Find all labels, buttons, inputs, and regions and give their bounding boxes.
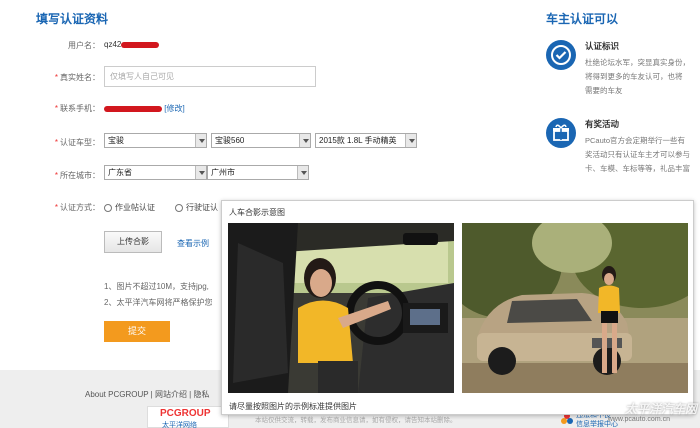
username-label: 用户名：	[68, 41, 100, 50]
realname-input[interactable]: 仅填写人自己可见	[104, 66, 316, 87]
feature-title-certified: 认证标识	[585, 41, 620, 51]
method-radio-post[interactable]: 作业帖认证	[104, 202, 155, 213]
chevron-down-icon	[195, 134, 206, 147]
phone-edit-link[interactable]: [修改]	[164, 104, 184, 113]
username-text: qz42	[104, 40, 122, 49]
pcgroup-logo-sub: 太平洋网络	[162, 422, 197, 428]
phone-label: * 联系手机：	[54, 104, 100, 113]
feature-text-line: 将得到更多的车友认可，也将	[585, 72, 683, 81]
popup-title: 人车合影示意图	[229, 208, 285, 217]
car-series-select[interactable]: 宝骏560	[211, 133, 311, 148]
feature-text-line: 奖活动只有认证车主才可以参与	[585, 150, 690, 159]
pcgroup-logo-text: PCGROUP	[160, 408, 211, 419]
feature-text-line: PCauto官方会定期举行一些有	[585, 136, 686, 145]
watermark-text: 太平洋汽车网	[624, 402, 697, 416]
method-label-text: 认证方式：	[60, 203, 100, 212]
city-value: 广州市	[211, 168, 235, 177]
feature-title-activity: 有奖活动	[585, 119, 620, 129]
city-label: * 所在城市：	[54, 171, 100, 180]
form-title: 填写认证资料	[36, 12, 109, 26]
city-select[interactable]: 广州市	[207, 165, 309, 180]
example-photo-beside-car	[462, 223, 688, 393]
example-photo-popup: 人车合影示意图 请尽量按照图片的示例标准提供图片	[221, 200, 694, 415]
phone-label-text: 联系手机：	[60, 104, 100, 113]
feature-text-line: 杜绝论坛水军，突显真实身份，	[585, 58, 690, 67]
radio-circle	[175, 203, 183, 212]
gift-icon	[546, 118, 576, 148]
chevron-down-icon	[195, 166, 206, 179]
popup-caption: 请尽量按照图片的示例标准提供图片	[229, 402, 357, 411]
method-radio-license[interactable]: 行驶证认	[175, 202, 218, 213]
method-radio-post-label: 作业帖认证	[115, 203, 155, 212]
car-model-label: * 认证车型：	[54, 138, 100, 147]
certified-badge-icon	[546, 40, 576, 70]
method-radio-license-label: 行驶证认	[186, 203, 218, 212]
footer-links[interactable]: About PCGROUP | 网站介绍 | 隐私	[85, 389, 209, 400]
car-series-value: 宝骏560	[215, 136, 245, 145]
example-photo-inside-car	[228, 223, 454, 393]
feature-text-certified: 杜绝论坛水军，突显真实身份， 将得到更多的车友认可，也将 需要的车友	[585, 56, 690, 98]
province-select[interactable]: 广东省	[104, 165, 207, 180]
feature-text-line: 需要的车友	[585, 86, 623, 95]
realname-label: * 真实姓名：	[54, 73, 100, 82]
method-label: * 认证方式：	[54, 203, 100, 212]
chevron-down-icon	[405, 134, 416, 147]
radio-circle	[104, 203, 112, 212]
realname-label-text: 真实姓名：	[60, 73, 100, 82]
sidebar-title: 车主认证可以	[546, 12, 619, 26]
feature-text-activity: PCauto官方会定期举行一些有 奖活动只有认证车主才可以参与 卡、车模、车标等…	[585, 134, 690, 176]
car-brand-value: 宝骏	[108, 136, 124, 145]
city-label-text: 所在城市：	[60, 171, 100, 180]
phone-value: [修改]	[104, 103, 185, 114]
car-version-value: 2015款 1.8L 手动精英	[319, 136, 397, 145]
car-model-label-text: 认证车型：	[60, 138, 100, 147]
chevron-down-icon	[297, 166, 308, 179]
upload-photo-button[interactable]: 上传合影	[104, 231, 162, 253]
username-redaction	[121, 41, 160, 48]
car-version-select[interactable]: 2015款 1.8L 手动精英	[315, 133, 417, 148]
phone-redaction	[104, 105, 162, 112]
note-line-2: 2、太平洋汽车网将严格保护您	[104, 298, 213, 307]
feature-text-line: 卡、车模、车标等等，礼品丰富	[585, 164, 690, 173]
footer-blurb: 本站仅供交流，转载，发布商业信息请，如有侵权，请告知本站删除。	[255, 417, 457, 424]
watermark-url: www.pcauto.com.cn	[607, 416, 670, 423]
note-line-1: 1、图片不超过10M，支持jpg,	[104, 282, 209, 291]
pcgroup-logo[interactable]: PCGROUP 太平洋网络	[147, 406, 229, 428]
submit-button[interactable]: 提交	[104, 321, 170, 342]
province-value: 广东省	[108, 168, 132, 177]
chevron-down-icon	[299, 134, 310, 147]
username-value: qz42	[104, 40, 160, 49]
car-brand-select[interactable]: 宝骏	[104, 133, 207, 148]
view-example-link[interactable]: 查看示例	[177, 238, 209, 249]
